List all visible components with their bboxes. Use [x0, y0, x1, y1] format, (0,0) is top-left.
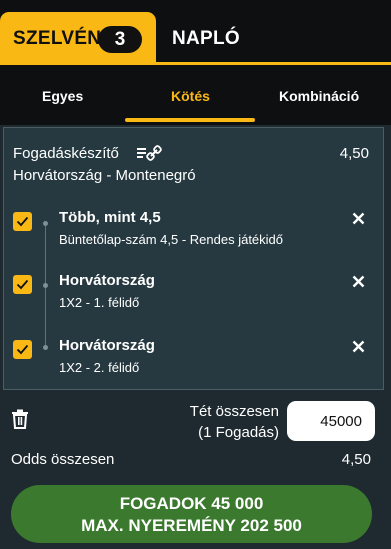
selection-checkbox[interactable]	[13, 212, 32, 231]
close-icon[interactable]	[352, 340, 365, 353]
stake-label: Tét összesen (1 Fogadás)	[190, 401, 279, 443]
selection-item: Horvátország 1X2 - 1. félidő	[4, 270, 383, 314]
tab-kombinacio[interactable]: Kombináció	[279, 88, 359, 104]
max-win-label: MAX. NYEREMÉNY 202 500	[81, 516, 302, 535]
tab-naplo[interactable]: NAPLÓ	[172, 28, 240, 50]
selection-market: 1X2 - 2. félidő	[59, 360, 140, 375]
bet-builder-card: Fogadáskészítő 4,50 Horvátország - Monte…	[3, 127, 384, 390]
close-icon[interactable]	[352, 212, 365, 225]
selection-title: Horvátország	[59, 337, 155, 354]
checkmark-icon	[16, 216, 29, 227]
stake-input[interactable]	[287, 401, 375, 441]
bet-type-tabs: Egyes Kötés Kombináció	[0, 65, 391, 125]
stake-label-line1: Tét összesen	[189, 403, 279, 420]
checkmark-icon	[16, 344, 29, 355]
match-name: Horvátország - Montenegró	[13, 167, 196, 184]
bet-builder-title: Fogadáskészítő	[13, 145, 119, 162]
selection-count-badge: 3	[98, 26, 142, 53]
tab-kotes[interactable]: Kötés	[171, 88, 210, 104]
bet-builder-odds: 4,50	[339, 145, 369, 162]
place-bet-label: FOGADOK 45 000	[119, 494, 264, 513]
selection-title: Több, mint 4,5	[59, 209, 161, 226]
close-icon[interactable]	[352, 275, 365, 288]
tab-szelveny[interactable]: SZELVÉNY 3	[0, 12, 156, 62]
stake-label-line2: (1 Fogadás)	[198, 424, 279, 441]
selection-market: 1X2 - 1. félidő	[59, 295, 140, 310]
total-odds-value: 4,50	[341, 451, 371, 468]
selection-title: Horvátország	[59, 272, 155, 289]
selection-checkbox[interactable]	[13, 340, 32, 359]
checkmark-icon	[16, 279, 29, 290]
bet-builder-icon	[137, 145, 163, 161]
ticket-tabs: SZELVÉNY 3 NAPLÓ	[0, 0, 391, 62]
place-bet-button[interactable]: FOGADOK 45 000 MAX. NYEREMÉNY 202 500	[11, 485, 372, 543]
selection-checkbox[interactable]	[13, 275, 32, 294]
selection-item: Több, mint 4,5 Büntetőlap-szám 4,5 - Ren…	[4, 207, 383, 251]
selection-market: Büntetőlap-szám 4,5 - Rendes játékidő	[59, 232, 284, 247]
tab-egyes[interactable]: Egyes	[42, 88, 83, 104]
active-tab-indicator	[125, 118, 255, 122]
total-odds-label: Odds összesen	[11, 451, 115, 468]
selection-item: Horvátország 1X2 - 2. félidő	[4, 335, 383, 379]
trash-icon[interactable]	[11, 409, 29, 429]
